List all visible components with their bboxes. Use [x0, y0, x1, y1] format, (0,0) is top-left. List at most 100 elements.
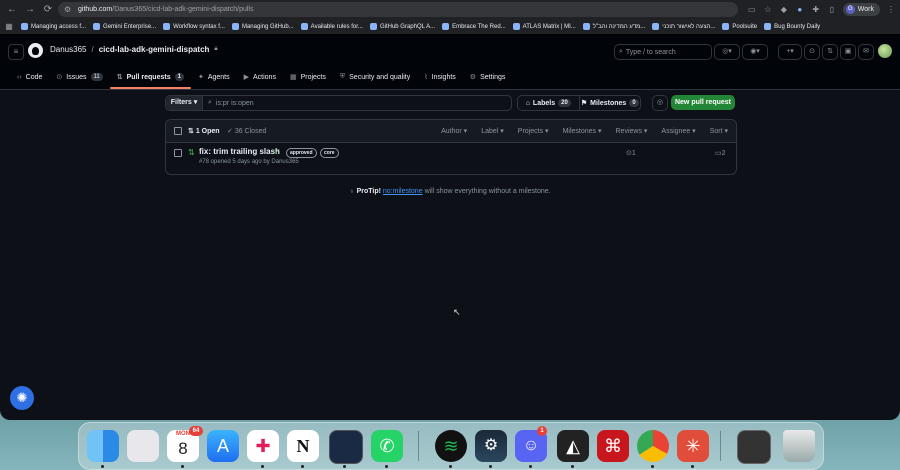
bookmark-item[interactable]: Gemini Enterprise...: [93, 23, 156, 30]
app-store-icon[interactable]: A: [207, 430, 239, 462]
steam-icon[interactable]: ⚙: [475, 430, 507, 462]
assignee-dropdown[interactable]: Assignee ▾: [661, 127, 695, 135]
row-checkbox[interactable]: [174, 149, 182, 157]
search-input[interactable]: ⌕ Type / to search: [614, 44, 712, 60]
hamburger-menu-icon[interactable]: ≡: [8, 44, 24, 60]
notifications-icon[interactable]: ✉: [858, 44, 874, 60]
profile-button[interactable]: G Work: [842, 3, 880, 16]
bookmarks-bar: ▦ Managing access f... Gemini Enterprise…: [0, 19, 900, 35]
tab-settings[interactable]: ⚙ Settings: [463, 67, 513, 87]
tab-insights[interactable]: ⌇ Insights: [417, 67, 463, 87]
bookmark-item[interactable]: Available rules for...: [300, 23, 363, 30]
avatar[interactable]: [878, 44, 892, 58]
sidebar-icon[interactable]: ▯: [827, 5, 837, 15]
filters-button[interactable]: Filters ▾: [166, 96, 203, 110]
copilot-chat-fab-icon[interactable]: ✺: [10, 386, 34, 410]
breadcrumb-separator: /: [91, 45, 94, 54]
filters-row: Filters ▾ ⌕ is:pr is:open ⌂ Labels 20 ⚑ Mile…: [165, 95, 735, 111]
filter-group: Filters ▾ ⌕ is:pr is:open: [165, 95, 512, 111]
labels-button[interactable]: ⌂ Labels 20: [518, 96, 579, 110]
tab-security[interactable]: ⛨ Security and quality: [333, 67, 417, 87]
extension-icon[interactable]: ◆: [779, 5, 789, 15]
bookmark-star-icon[interactable]: ☆: [763, 5, 773, 15]
milestones-button[interactable]: ⚑ Milestones 0: [578, 96, 641, 110]
tab-issues[interactable]: ⊙ Issues 11: [49, 67, 109, 87]
filter-search-input[interactable]: ⌕ is:pr is:open: [203, 96, 511, 110]
acrobat-icon[interactable]: ⌘: [597, 430, 629, 462]
address-bar[interactable]: ⚙ github.com/Danus365/cicd-lab-adk-gemin…: [58, 2, 738, 17]
projects-dropdown[interactable]: Projects ▾: [518, 127, 549, 135]
whatsapp-icon[interactable]: ✆: [371, 430, 403, 462]
calendar-day: 8: [178, 439, 188, 458]
github-logo-icon[interactable]: [28, 43, 43, 58]
bookmark-item[interactable]: מדע המדינה והב"ל...: [582, 23, 645, 30]
reload-icon[interactable]: ⟳: [42, 4, 54, 16]
bookmark-item[interactable]: ATLAS Matrix | MI...: [512, 23, 576, 30]
reviews-dropdown[interactable]: Reviews ▾: [616, 127, 648, 135]
label-core[interactable]: core: [320, 148, 339, 158]
running-indicator: [651, 465, 654, 468]
comments-link[interactable]: ▭2: [715, 149, 726, 157]
notion-icon[interactable]: N: [287, 430, 319, 462]
extension-blue-icon[interactable]: ●: [795, 5, 805, 15]
create-new-button[interactable]: +▾: [778, 44, 802, 60]
discord-badge: 1: [537, 426, 547, 436]
slack-icon[interactable]: ✚: [247, 430, 279, 462]
chrome-icon[interactable]: [637, 430, 669, 462]
repo-owner-link[interactable]: Danus365: [50, 45, 86, 54]
tab-agents[interactable]: ✦ Agents: [191, 67, 237, 87]
pull-request-title-link[interactable]: fix: trim trailing slash: [199, 147, 280, 156]
tab-pull-requests[interactable]: ⇅ Pull requests 1: [109, 67, 192, 89]
cast-icon[interactable]: ▭: [747, 5, 757, 15]
tab-projects[interactable]: ▦ Projects: [283, 67, 333, 87]
check-success-icon[interactable]: ✓: [274, 147, 281, 156]
spotify-icon[interactable]: ≋: [435, 430, 467, 462]
bookmark-favicon-icon: [582, 23, 590, 30]
bookmark-item[interactable]: הצעה לאישור תוכני...: [652, 23, 715, 30]
lock-icon: 🔒︎: [214, 46, 218, 52]
bookmark-item[interactable]: Bug Bounty Daily: [764, 23, 820, 30]
forward-icon[interactable]: →: [24, 4, 36, 16]
bookmark-item[interactable]: Managing GitHub...: [231, 23, 294, 30]
tab-actions[interactable]: ▶ Actions: [237, 67, 283, 87]
trash-icon[interactable]: [783, 430, 815, 462]
bookmark-item[interactable]: Managing access f...: [21, 23, 86, 30]
checks-indicator[interactable]: ⊙1: [626, 149, 636, 157]
closed-filter-link[interactable]: ✓ 36 Closed: [227, 127, 266, 135]
copilot-chat-button[interactable]: ◉▾: [742, 44, 768, 60]
extensions-puzzle-icon[interactable]: ✚: [811, 5, 821, 15]
menu-dots-icon[interactable]: ⋮: [886, 5, 896, 15]
tab-code[interactable]: ‹› Code: [10, 67, 49, 87]
site-info-icon[interactable]: ⚙: [64, 5, 74, 15]
select-all-checkbox[interactable]: [174, 127, 182, 135]
protip-link[interactable]: no:milestone: [383, 188, 423, 195]
copilot-dropdown-button[interactable]: ◎▾: [714, 44, 740, 60]
repo-name-link[interactable]: cicd-lab-adk-gemini-dispatch: [99, 45, 210, 54]
apps-grid-icon[interactable]: ▦: [4, 22, 14, 32]
unity-icon[interactable]: ◭: [557, 430, 589, 462]
pull-requests-icon[interactable]: ⇅: [822, 44, 838, 60]
sort-dropdown[interactable]: Sort ▾: [710, 127, 728, 135]
bookmark-item[interactable]: Workflow syntax f...: [163, 23, 225, 30]
milestones-dropdown[interactable]: Milestones ▾: [563, 127, 602, 135]
label-dropdown[interactable]: Label ▾: [481, 127, 504, 135]
claude-icon[interactable]: ✳: [677, 430, 709, 462]
pull-request-meta: #78 opened 5 days ago by Danus365: [199, 159, 299, 165]
bookmark-item[interactable]: Embrace The Red...: [442, 23, 506, 30]
open-filter-link[interactable]: ⇅ 1 Open: [188, 127, 220, 135]
copilot-icon[interactable]: ◎: [652, 95, 668, 111]
repositories-icon[interactable]: ▣: [840, 44, 856, 60]
bookmark-item[interactable]: GitHub GraphQL A...: [369, 23, 435, 30]
issues-icon[interactable]: ⊙: [804, 44, 820, 60]
bookmark-item[interactable]: Poolsuite: [722, 23, 757, 30]
repo-tabs: ‹› Code ⊙ Issues 11 ⇅ Pull requests 1 ✦ Agents…: [10, 67, 512, 89]
preview-icon[interactable]: [329, 430, 363, 464]
launchpad-icon[interactable]: [127, 430, 159, 462]
gear-icon: ⚙: [469, 74, 477, 81]
author-dropdown[interactable]: Author ▾: [441, 127, 467, 135]
label-approved[interactable]: approved: [286, 148, 317, 158]
back-icon[interactable]: ←: [6, 4, 18, 16]
new-pull-request-button[interactable]: New pull request: [671, 95, 735, 110]
minimized-window-icon[interactable]: [737, 430, 771, 464]
finder-icon[interactable]: [87, 430, 119, 462]
